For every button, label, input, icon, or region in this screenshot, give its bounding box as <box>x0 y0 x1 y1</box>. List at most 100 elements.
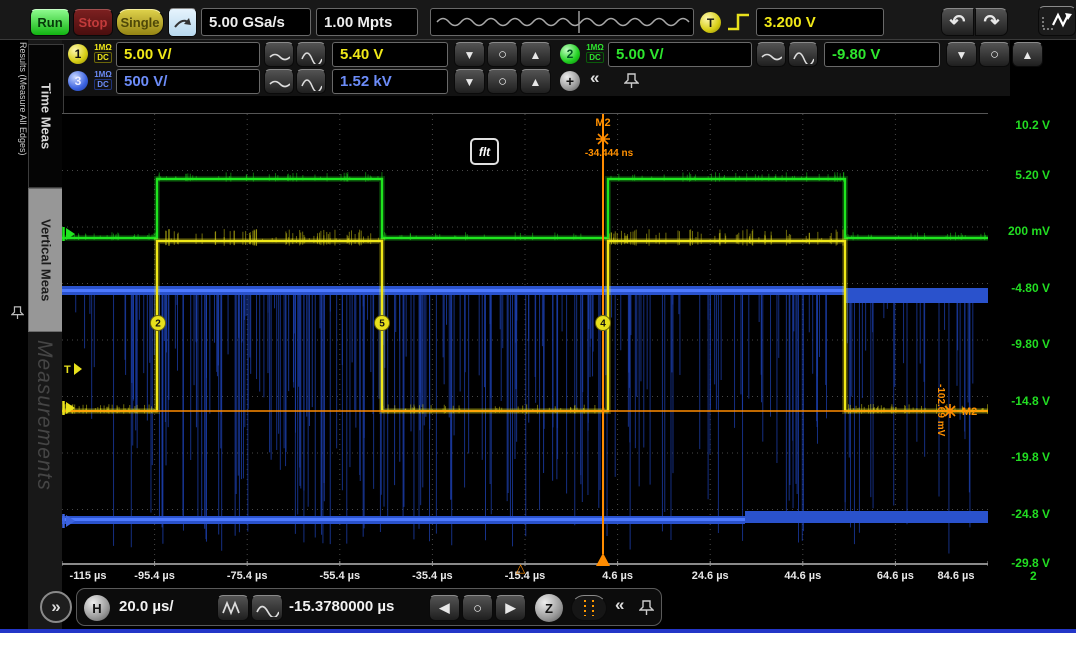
results-pin-icon[interactable] <box>11 305 24 320</box>
y-axis-label: 10.2 V <box>1015 118 1050 132</box>
sample-rate-box[interactable]: 5.00 GSa/s <box>201 8 311 36</box>
y-axis-label: -19.8 V <box>1011 450 1050 464</box>
dotted-markers-icon <box>579 599 599 617</box>
x-axis-label: -35.4 µs <box>412 570 453 582</box>
channel-2-offset-zero-button[interactable]: ○ <box>979 42 1010 67</box>
large-wave-icon <box>300 73 322 91</box>
x-axis-label: 24.6 µs <box>692 570 729 582</box>
channel-2-scale-up-button[interactable] <box>788 42 818 67</box>
channel-3-offset-box[interactable]: 1.52 kV <box>332 69 448 94</box>
top-toolbar: Run Stop Single 5.00 GSa/s 1.00 Mpts T 3… <box>0 0 1080 40</box>
time-reference-marker[interactable]: △ <box>516 561 525 575</box>
channel-2-coupling[interactable]: 1MΩ DC <box>582 43 608 63</box>
channel-1-scale: 5.00 V/ <box>124 46 172 63</box>
channel-3-offset-up-button[interactable]: ▲ <box>520 69 551 94</box>
ch3-trace-band <box>845 288 988 303</box>
tab-vertical-meas[interactable]: Vertical Meas <box>28 188 64 332</box>
channel-1-coupling[interactable]: 1MΩ DC <box>90 43 116 63</box>
channel-2-offset-down-button[interactable]: ▼ <box>946 42 977 67</box>
x-axis-label: -55.4 µs <box>320 570 361 582</box>
channel-1-offset-down-button[interactable]: ▼ <box>454 42 485 67</box>
small-wave-icon <box>268 74 290 90</box>
channel-3-button[interactable]: 3 <box>68 71 88 91</box>
flt-badge[interactable]: flt <box>470 138 499 165</box>
stop-button[interactable]: Stop <box>73 9 113 36</box>
channel-1-offset-up-button[interactable]: ▲ <box>520 42 551 67</box>
channel-3-offset-zero-button[interactable]: ○ <box>487 69 518 94</box>
timebase-value[interactable]: 20.0 µs/ <box>119 598 174 615</box>
channel-1-scale-up-button[interactable] <box>296 42 326 67</box>
waveform-display[interactable]: M2-34.444 nsM2-102.69 mV254T flt <box>62 113 988 565</box>
measurements-watermark: Measurements <box>32 340 56 491</box>
timebase-zoom-in-button[interactable] <box>217 595 249 621</box>
memory-depth-box[interactable]: 1.00 Mpts <box>316 8 418 36</box>
channel-3-scale-up-button[interactable] <box>296 69 326 94</box>
right-page-margin <box>1076 0 1080 645</box>
m2-top-value: -34.444 ns <box>585 148 634 159</box>
channel-2-scale-down-button[interactable] <box>756 42 786 67</box>
trigger-slope-icon[interactable] <box>726 10 752 34</box>
channel-2-scale-box[interactable]: 5.00 V/ <box>608 42 752 67</box>
x-axis-label: 44.6 µs <box>784 570 821 582</box>
waveform-preview-icon <box>431 9 693 35</box>
x-axis-label: -95.4 µs <box>134 570 175 582</box>
delay-value[interactable]: -15.3780000 µs <box>289 598 394 615</box>
results-strip[interactable]: Results (Measure All Edges) <box>10 42 28 602</box>
x-axis-label: 64.6 µs <box>877 570 914 582</box>
horizontal-letter: H <box>92 601 101 616</box>
x-axis-label: -75.4 µs <box>227 570 268 582</box>
delay-left-button[interactable]: ◀ <box>429 595 460 621</box>
horizontal-pin-icon[interactable] <box>639 599 654 616</box>
bottom-page-margin <box>0 633 1080 645</box>
channel-3-impedance: 1MΩ <box>94 70 112 79</box>
measurement-tab-column: Time Meas Vertical Meas Measurements <box>28 40 62 634</box>
pin-icon[interactable] <box>624 72 639 89</box>
zoom-letter: Z <box>545 601 553 616</box>
tab-time-meas[interactable]: Time Meas <box>28 44 64 188</box>
add-channel-button[interactable]: + <box>560 71 580 91</box>
expand-panel-button[interactable]: » <box>40 591 72 623</box>
delay-zero-button[interactable]: ○ <box>462 595 493 621</box>
zoom-mode-button[interactable]: Z <box>535 594 563 622</box>
collapse-horizontal-toolbar-button[interactable]: « <box>615 595 624 615</box>
m2-right-label: M2 <box>962 406 977 418</box>
channel-1-button[interactable]: 1 <box>68 44 88 64</box>
channel-1-offset-zero-button[interactable]: ○ <box>487 42 518 67</box>
edge-marker-number: 5 <box>379 319 385 330</box>
channel-2-impedance: 1MΩ <box>586 43 604 52</box>
channel-3-scale-down-button[interactable] <box>264 69 294 94</box>
channel-3-offset-down-button[interactable]: ▼ <box>454 69 485 94</box>
trigger-source-button[interactable]: T <box>700 12 721 33</box>
markers-button[interactable] <box>571 595 607 621</box>
trigger-letter: T <box>707 16 714 30</box>
horizontal-menu-button[interactable]: H <box>84 595 110 621</box>
channel-1-scale-box[interactable]: 5.00 V/ <box>116 42 260 67</box>
trigger-level-marker: T <box>64 364 71 376</box>
channel-1-scale-down-button[interactable] <box>264 42 294 67</box>
capture-icon[interactable] <box>168 8 197 37</box>
collapse-chevrons: « <box>590 68 599 87</box>
collapse-channel-bar-button[interactable]: « <box>590 68 599 88</box>
trigger-level-value: 3.200 V <box>764 14 816 31</box>
channel-3-coupling[interactable]: 1MΩ DC <box>90 70 116 90</box>
channel-3-coupling-label: DC <box>94 79 112 90</box>
channel-1-number: 1 <box>75 47 82 61</box>
small-wave-icon <box>760 47 782 63</box>
touch-drag-mode-button[interactable] <box>1038 6 1076 36</box>
channel-3-scale-box[interactable]: 500 V/ <box>116 69 260 94</box>
channel-2-button[interactable]: 2 <box>560 44 580 64</box>
compressed-wave-icon <box>221 599 245 617</box>
run-button[interactable]: Run <box>30 9 70 36</box>
delay-right-button[interactable]: ▶ <box>495 595 526 621</box>
channel-1-offset-box[interactable]: 5.40 V <box>332 42 448 67</box>
single-button[interactable]: Single <box>116 9 164 36</box>
trigger-level-box[interactable]: 3.200 V <box>756 8 884 36</box>
channel-2-offset-up-button[interactable]: ▲ <box>1012 42 1043 67</box>
channel-2-offset-box[interactable]: -9.80 V <box>824 42 940 67</box>
acquisition-preview[interactable] <box>430 8 694 36</box>
timebase-zoom-out-button[interactable] <box>251 595 283 621</box>
undo-button[interactable]: ↶ <box>941 8 974 36</box>
redo-button[interactable]: ↷ <box>975 8 1008 36</box>
channel-1-impedance: 1MΩ <box>94 43 112 52</box>
channel-1-coupling-label: DC <box>94 52 112 63</box>
